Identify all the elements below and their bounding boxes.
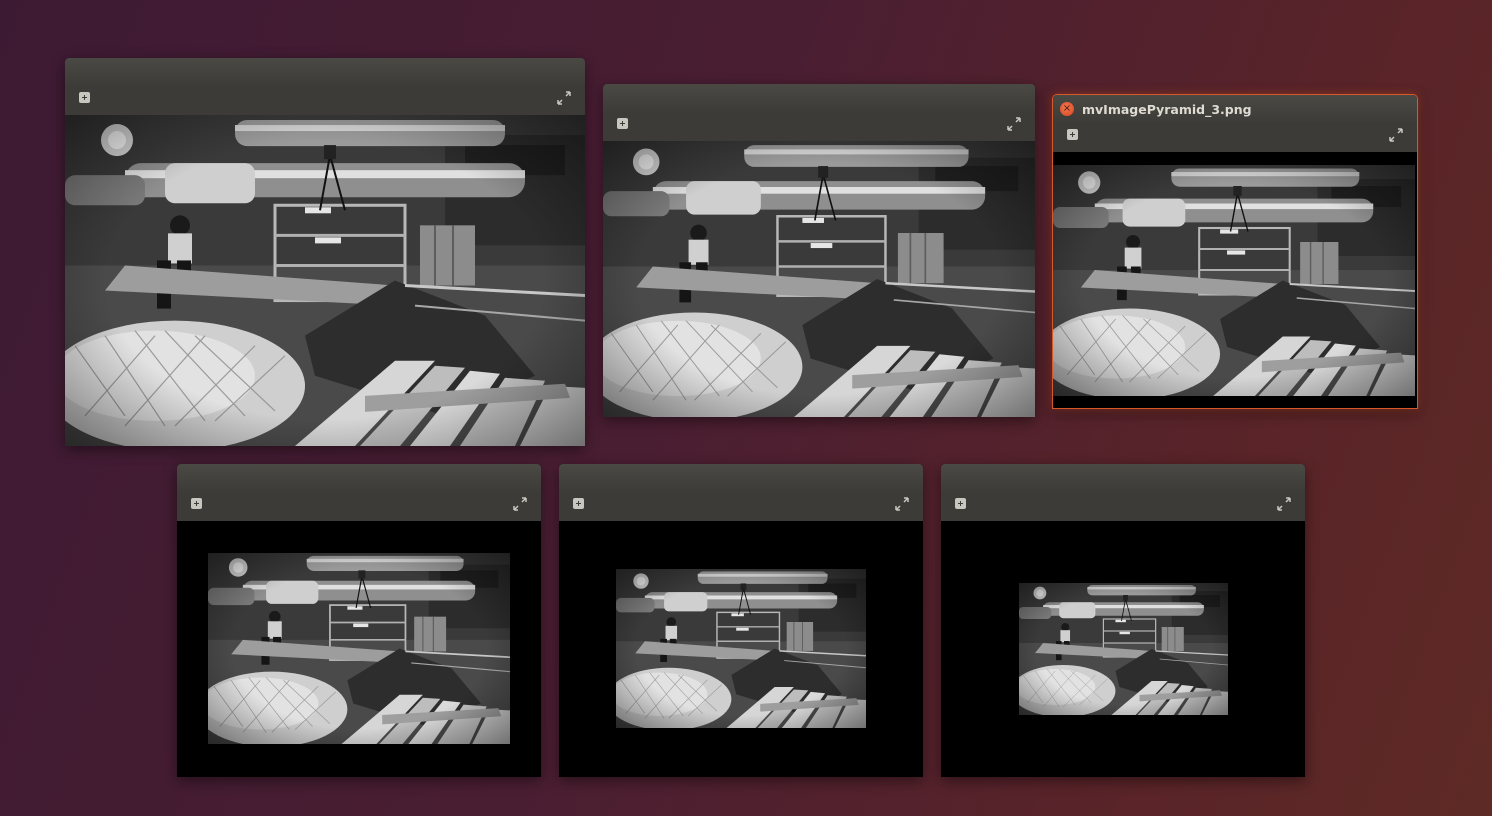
window-toolbar [65,87,585,115]
image-canvas[interactable] [559,521,923,777]
close-icon[interactable]: × [1060,102,1074,116]
image-window-2[interactable] [603,84,1035,417]
pan-icon[interactable] [79,92,90,103]
scene-graphic [208,553,510,744]
expand-icon[interactable] [1007,116,1021,131]
pan-icon[interactable] [191,498,202,509]
window-titlebar[interactable] [559,464,923,493]
grayscale-image [65,115,585,446]
expand-icon[interactable] [513,496,527,511]
window-titlebar[interactable]: × mvImagePyramid_3.png [1053,95,1417,124]
image-window-4[interactable] [177,464,541,777]
window-titlebar[interactable] [941,464,1305,493]
expand-icon[interactable] [557,90,571,105]
scene-graphic [603,141,1035,417]
window-title: mvImagePyramid_3.png [1082,102,1252,117]
pan-icon[interactable] [617,118,628,129]
window-toolbar [559,493,923,521]
image-window-6[interactable] [941,464,1305,777]
pan-icon[interactable] [573,498,584,509]
scene-graphic [65,115,585,446]
grayscale-image [208,553,510,744]
pan-icon[interactable] [1067,129,1078,140]
grayscale-image [616,569,866,728]
expand-icon[interactable] [1277,496,1291,511]
window-toolbar [1053,124,1417,152]
image-window-3[interactable]: × mvImagePyramid_3.png [1053,95,1417,408]
window-titlebar[interactable] [177,464,541,493]
scene-graphic [1053,165,1415,396]
window-toolbar [177,493,541,521]
scene-graphic [1019,583,1228,715]
grayscale-image [603,141,1035,417]
image-canvas[interactable] [1053,152,1417,408]
expand-icon[interactable] [895,496,909,511]
window-titlebar[interactable] [65,58,585,87]
window-titlebar[interactable] [603,84,1035,113]
scene-graphic [616,569,866,728]
image-canvas[interactable] [177,521,541,777]
grayscale-image [1019,583,1228,715]
window-toolbar [941,493,1305,521]
image-window-1[interactable] [65,58,585,446]
pan-icon[interactable] [955,498,966,509]
image-canvas[interactable] [941,521,1305,777]
window-toolbar [603,113,1035,141]
expand-icon[interactable] [1389,127,1403,142]
image-canvas[interactable] [603,141,1035,417]
grayscale-image [1053,165,1415,396]
image-window-5[interactable] [559,464,923,777]
image-canvas[interactable] [65,115,585,446]
